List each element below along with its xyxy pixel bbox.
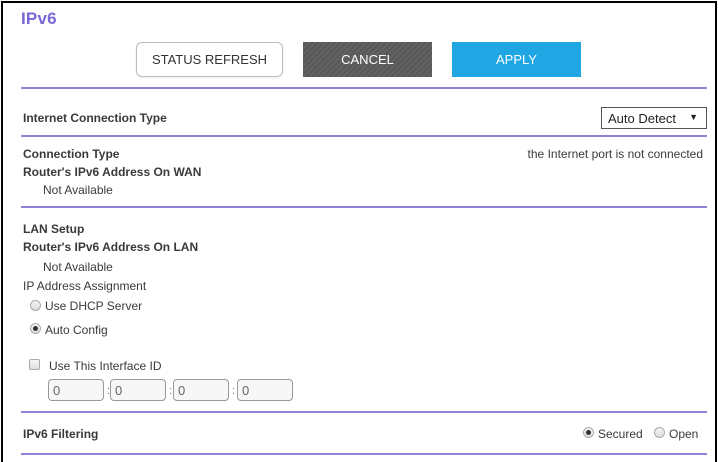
internet-connection-type-label: Internet Connection Type: [23, 111, 167, 125]
interface-id-field-2[interactable]: 0: [110, 379, 166, 401]
filtering-open-radio[interactable]: [654, 427, 665, 438]
separator: :: [169, 385, 173, 397]
lan-setup-label: LAN Setup: [23, 222, 85, 236]
internet-connection-type-select[interactable]: Auto Detect ▼: [601, 107, 707, 129]
interface-id-checkbox[interactable]: [29, 359, 40, 370]
divider: [21, 135, 707, 137]
filtering-secured-radio[interactable]: [583, 427, 594, 438]
divider: [21, 453, 707, 455]
dhcp-server-option-label[interactable]: Use DHCP Server: [45, 299, 142, 313]
connection-type-value: the Internet port is not connected: [527, 147, 703, 161]
connection-type-label: Connection Type: [23, 147, 120, 161]
interface-id-field-3[interactable]: 0: [173, 379, 229, 401]
auto-config-option-label[interactable]: Auto Config: [45, 323, 108, 337]
apply-button[interactable]: APPLY: [452, 42, 581, 77]
divider: [21, 206, 707, 208]
status-refresh-button[interactable]: STATUS REFRESH: [136, 42, 283, 77]
interface-id-field-1[interactable]: 0: [48, 379, 104, 401]
dropdown-arrow-icon: ▼: [689, 112, 698, 122]
interface-id-label[interactable]: Use This Interface ID: [49, 359, 162, 373]
cancel-button[interactable]: CANCEL: [303, 42, 432, 77]
ipv6-settings-panel: IPv6 STATUS REFRESH CANCEL APPLY Interne…: [1, 1, 717, 462]
ip-assignment-label: IP Address Assignment: [23, 279, 147, 293]
dhcp-server-radio[interactable]: [30, 300, 41, 311]
ipv6-filtering-label: IPv6 Filtering: [23, 427, 99, 441]
wan-address-label: Router's IPv6 Address On WAN: [23, 165, 202, 179]
filtering-open-label[interactable]: Open: [669, 427, 698, 441]
page-title: IPv6: [21, 9, 57, 28]
separator: :: [232, 385, 236, 397]
lan-address-value: Not Available: [43, 260, 113, 274]
divider: [21, 411, 707, 413]
select-value: Auto Detect: [608, 110, 676, 126]
lan-address-label: Router's IPv6 Address On LAN: [23, 240, 199, 254]
divider: [21, 87, 707, 89]
wan-address-value: Not Available: [43, 183, 113, 197]
filtering-secured-label[interactable]: Secured: [598, 427, 643, 441]
auto-config-radio[interactable]: [30, 323, 41, 334]
interface-id-field-4[interactable]: 0: [237, 379, 293, 401]
